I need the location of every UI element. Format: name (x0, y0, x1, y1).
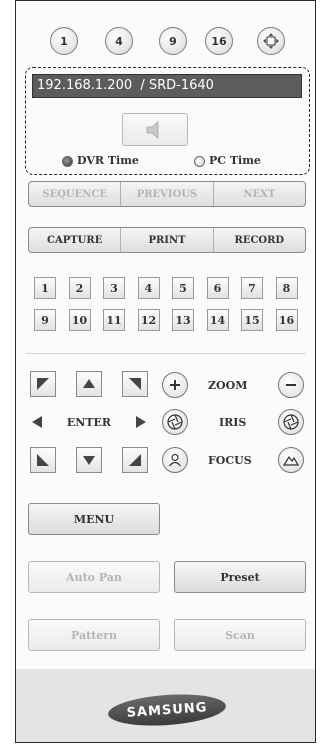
focus-far-button[interactable] (278, 447, 304, 473)
iris-open-button[interactable] (162, 409, 188, 435)
dvr-time-radio[interactable] (62, 156, 73, 167)
plus-icon (170, 380, 180, 390)
ptz-down-left-button[interactable] (30, 447, 56, 473)
channel-button[interactable]: 6 (206, 277, 229, 299)
pattern-button[interactable]: Pattern (28, 619, 160, 651)
print-button[interactable]: PRINT (121, 228, 214, 252)
ptz-up-right-button[interactable] (122, 371, 148, 397)
ptz-up-left-button[interactable] (30, 371, 56, 397)
channel-button[interactable]: 13 (172, 309, 194, 331)
connection-info: 192.168.1.200 / SRD-1640 (32, 74, 302, 98)
arrow-down-left-icon (37, 454, 49, 466)
arrow-left-icon[interactable] (30, 415, 44, 429)
channel-button[interactable]: 8 (275, 277, 298, 299)
move-arrows-icon (263, 33, 279, 49)
control-panel: 1 4 9 16 192.168.1.200 / SRD-1640 DVR Ti… (15, 0, 316, 743)
divider (26, 353, 306, 354)
channel-button[interactable]: 12 (137, 309, 160, 331)
arrow-down-icon (83, 456, 95, 465)
channel-button[interactable]: 2 (68, 277, 91, 299)
mountain-icon (283, 455, 299, 466)
ptz-up-button[interactable] (76, 371, 102, 397)
channel-button[interactable]: 5 (172, 277, 194, 299)
arrow-down-right-icon (129, 454, 141, 466)
zoom-label: ZOOM (208, 379, 248, 392)
channel-button[interactable]: 15 (241, 309, 263, 331)
view-16-button[interactable]: 16 (205, 27, 233, 55)
next-button[interactable]: NEXT (214, 182, 305, 206)
previous-button[interactable]: PREVIOUS (121, 182, 214, 206)
sequence-button[interactable]: SEQUENCE (29, 182, 122, 206)
aperture-icon (283, 414, 299, 430)
arrow-up-left-icon (37, 378, 49, 390)
channel-button[interactable]: 3 (103, 277, 125, 299)
view-4-button[interactable]: 4 (105, 27, 133, 55)
ptz-down-button[interactable] (76, 447, 102, 473)
iris-close-button[interactable] (278, 409, 304, 435)
zoom-out-button[interactable] (278, 372, 304, 398)
audio-button[interactable] (122, 113, 188, 146)
pc-time-label: PC Time (209, 154, 261, 167)
scan-button[interactable]: Scan (174, 619, 306, 651)
focus-near-button[interactable] (162, 447, 188, 473)
person-icon (169, 453, 181, 467)
iris-label: IRIS (219, 416, 247, 429)
preset-button[interactable]: Preset (174, 561, 306, 593)
enter-button[interactable]: ENTER (67, 416, 111, 429)
view-1-button[interactable]: 1 (50, 27, 78, 55)
channel-button[interactable]: 10 (68, 309, 91, 331)
channel-button[interactable]: 11 (103, 309, 125, 331)
arrow-up-right-icon (129, 378, 141, 390)
ptz-middle-row: ENTER (30, 409, 148, 435)
channel-button[interactable]: 1 (34, 277, 56, 299)
focus-label: FOCUS (208, 454, 252, 467)
minus-icon (286, 384, 296, 386)
pc-time-radio[interactable] (194, 156, 205, 167)
fullscreen-button[interactable] (257, 27, 285, 55)
channel-button[interactable]: 4 (137, 277, 160, 299)
view-9-button[interactable]: 9 (159, 27, 187, 55)
auto-pan-button[interactable]: Auto Pan (28, 561, 160, 593)
record-button[interactable]: RECORD (214, 228, 305, 252)
action-bar: CAPTURE PRINT RECORD (28, 227, 306, 253)
channel-button[interactable]: 9 (34, 309, 56, 331)
zoom-in-button[interactable] (162, 372, 188, 398)
arrow-right-icon[interactable] (134, 415, 148, 429)
arrow-up-icon (83, 379, 95, 388)
ptz-down-right-button[interactable] (122, 447, 148, 473)
channel-button[interactable]: 7 (241, 277, 263, 299)
channel-button[interactable]: 14 (206, 309, 229, 331)
channel-button[interactable]: 16 (275, 309, 298, 331)
menu-button[interactable]: MENU (28, 503, 160, 535)
sequence-nav-bar: SEQUENCE PREVIOUS NEXT (28, 181, 306, 207)
capture-button[interactable]: CAPTURE (29, 228, 122, 252)
aperture-icon (167, 414, 183, 430)
speaker-icon (146, 120, 159, 139)
dvr-time-label: DVR Time (77, 154, 139, 167)
